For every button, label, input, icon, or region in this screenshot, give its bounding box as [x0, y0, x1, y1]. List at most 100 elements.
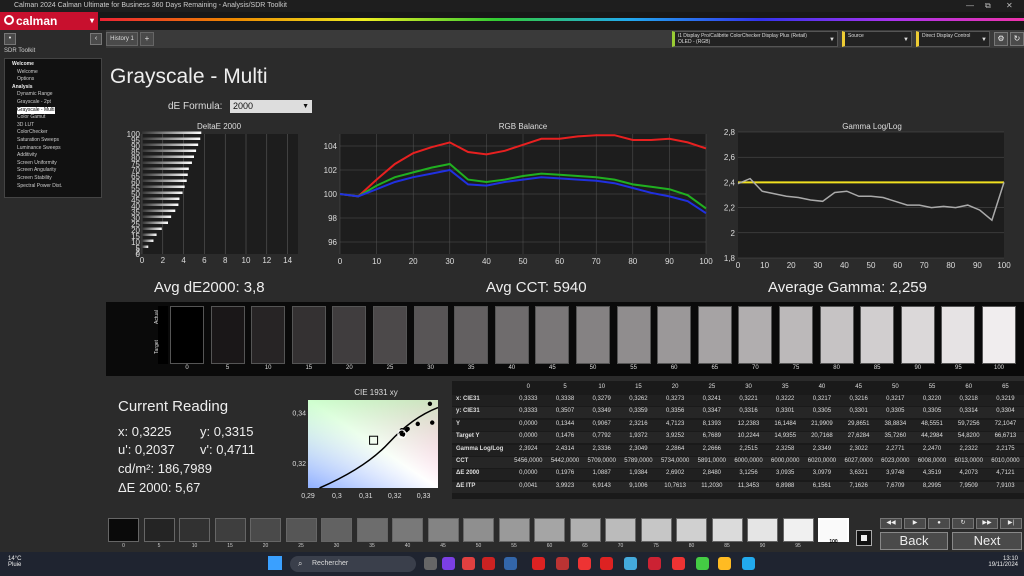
loop-icon[interactable]: ↻: [952, 518, 974, 529]
swatch-actual: [454, 306, 489, 364]
app-icon-11[interactable]: [672, 557, 685, 570]
back-label: Back: [899, 533, 929, 548]
swatch-actual: [900, 306, 935, 364]
taskview-icon[interactable]: [424, 557, 437, 570]
sidebar-item[interactable]: Luminance Sweeps: [17, 145, 61, 152]
patch-button-15[interactable]: [214, 518, 246, 542]
pin-icon[interactable]: •: [4, 33, 16, 45]
table-cell: 0,3241: [702, 396, 722, 402]
sidebar-item[interactable]: Screen Angularity: [17, 167, 56, 174]
sidebar-item[interactable]: Color Gamut: [17, 114, 45, 121]
table-cell: 6020,0000: [807, 458, 837, 464]
patch-button-10[interactable]: [179, 518, 210, 542]
last-icon[interactable]: ▶▶: [976, 518, 998, 529]
first-icon[interactable]: ◀◀: [880, 518, 902, 529]
chrome-icon[interactable]: [718, 557, 731, 570]
calman-logo-menu[interactable]: calman ▾: [0, 12, 98, 30]
sidebar-item[interactable]: Welcome: [12, 61, 34, 68]
patch-button-40[interactable]: [392, 518, 423, 542]
tab-history[interactable]: History 1: [106, 32, 138, 46]
patch-button-65[interactable]: [569, 518, 601, 542]
patch-button-20[interactable]: [250, 518, 281, 542]
next-small-icon[interactable]: ▶|: [1000, 518, 1022, 529]
read-icon[interactable]: ●: [928, 518, 950, 529]
next-button[interactable]: Next: [952, 532, 1022, 550]
sidebar-item[interactable]: Options: [17, 76, 34, 83]
patch-button-50[interactable]: [463, 518, 494, 542]
sidebar-item[interactable]: Welcome: [17, 69, 38, 76]
taskbar-search[interactable]: ⌕ Rechercher: [290, 556, 416, 572]
swatch-actual: [616, 306, 651, 364]
de-formula-select[interactable]: 2000 ▼: [230, 100, 312, 113]
row-label: ΔE 2000: [456, 470, 480, 477]
windows-start-icon[interactable]: [268, 556, 282, 570]
patch-button-55[interactable]: [498, 518, 530, 542]
settings-icon[interactable]: ⚙: [994, 32, 1008, 46]
system-clock[interactable]: 13:10 19/11/2024: [978, 556, 1018, 568]
app-icon-8[interactable]: [600, 557, 613, 570]
close-button[interactable]: ✕: [1006, 0, 1013, 12]
patch-button-45[interactable]: [427, 518, 459, 542]
sidebar-item[interactable]: Additivity: [17, 152, 37, 159]
patch-button-0[interactable]: [108, 518, 139, 542]
patch-button-95[interactable]: [782, 518, 814, 542]
app-icon-1[interactable]: [442, 557, 455, 570]
patch-button-70[interactable]: [605, 518, 636, 542]
app-icon-9[interactable]: [624, 557, 637, 570]
back-button[interactable]: Back: [880, 532, 948, 550]
patch-button-25[interactable]: [285, 518, 317, 542]
patch-button-85[interactable]: [711, 518, 743, 542]
x-tick-label: 10: [242, 256, 251, 265]
app-icon-6[interactable]: [556, 557, 569, 570]
weather-widget[interactable]: 14°C Pluie: [8, 556, 21, 568]
patch-button-5[interactable]: [143, 518, 175, 542]
table-cell: 2,3216: [629, 420, 648, 427]
app-icon-5[interactable]: [532, 557, 545, 570]
sidebar-item[interactable]: Dynamic Range: [17, 91, 53, 98]
delta-bar: [142, 191, 183, 194]
app-icon-14[interactable]: [742, 557, 755, 570]
refresh-icon[interactable]: ↻: [1010, 32, 1024, 46]
x-tick-label: 0: [736, 261, 741, 270]
sidebar-item[interactable]: Grayscale - 2pt: [17, 99, 51, 106]
sidebar-item[interactable]: Grayscale - Multi: [17, 106, 55, 114]
app-icon-10[interactable]: [648, 557, 661, 570]
sidebar-item[interactable]: Screen Stability: [17, 175, 52, 182]
swatch-label: 20: [346, 365, 353, 371]
table-cell: 6,7689: [702, 433, 722, 440]
minimize-button[interactable]: —: [966, 0, 974, 12]
patch-button-90[interactable]: [747, 518, 778, 542]
display-control-dropdown[interactable]: Direct Display Control ▼: [916, 31, 990, 47]
sidebar-item[interactable]: Spectral Power Dist.: [17, 183, 62, 190]
patch-button-30[interactable]: [321, 518, 352, 542]
sidebar-item[interactable]: Analysis: [12, 84, 33, 91]
sidebar-item[interactable]: ColorChecker: [17, 129, 48, 136]
stop-icon[interactable]: [856, 530, 872, 546]
patch-button-60[interactable]: [534, 518, 565, 542]
play-icon[interactable]: ▶: [904, 518, 926, 529]
table-cell: 8,1393: [702, 420, 722, 427]
collapse-icon[interactable]: ‹: [90, 33, 102, 45]
sidebar-item[interactable]: Saturation Sweeps: [17, 137, 59, 144]
sidebar-item[interactable]: 3D LUT: [17, 122, 34, 129]
app-icon-3[interactable]: [482, 557, 495, 570]
app-icon-4[interactable]: [504, 557, 517, 570]
patch-label: 5: [157, 543, 161, 549]
app-icon-12[interactable]: [696, 557, 709, 570]
app-icon-7[interactable]: [578, 557, 591, 570]
patch-button-80[interactable]: [676, 518, 707, 542]
table-cell: 5456,0000: [514, 458, 543, 464]
sidebar-item[interactable]: Screen Uniformity: [17, 160, 57, 167]
swatch-actual: [210, 306, 245, 364]
add-tab-button[interactable]: +: [140, 32, 154, 46]
swatch-actual: [576, 306, 610, 364]
patch-button-35[interactable]: [356, 518, 388, 542]
app-icon-2[interactable]: [462, 557, 475, 570]
patch-label: 75: [653, 543, 659, 549]
maximize-button[interactable]: ⧉: [985, 0, 991, 12]
table-cell: 4,7123: [665, 420, 685, 427]
source-dropdown[interactable]: Source ▼: [842, 31, 912, 47]
patch-button-75[interactable]: [640, 518, 672, 542]
swatch-label: 10: [264, 365, 272, 371]
meter-dropdown[interactable]: i1 Display Pro/Calibrite ColorChecker Di…: [672, 31, 838, 47]
